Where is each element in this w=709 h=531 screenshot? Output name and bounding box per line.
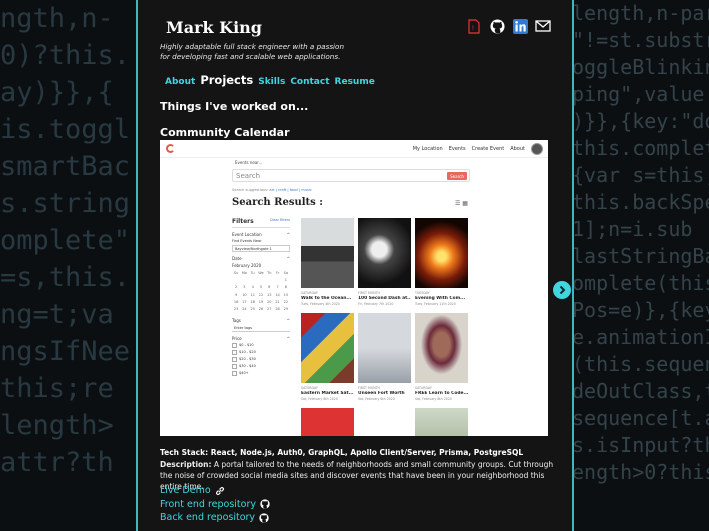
event-image	[415, 408, 468, 436]
tagline: Highly adaptable full stack engineer wit…	[160, 42, 345, 61]
site-owner-name: Mark King	[166, 18, 262, 37]
code-background-right: length,n-parse "!=st.substr(e oggleBlink…	[574, 1, 709, 484]
preview-logo-icon	[166, 144, 175, 153]
description-label: Description:	[160, 460, 212, 469]
event-image	[358, 313, 411, 383]
preview-event-card: FIRST MONTH 100 Second Dash at... Fri, Feb…	[358, 218, 411, 306]
preview-price-option: $0 - $10	[232, 342, 290, 348]
preview-tags-input: Enter tags	[232, 325, 290, 332]
tech-stack: Tech Stack: React, Node.js, Auth0, Graph…	[160, 448, 524, 457]
preview-event-card: FIRST MONTH Unseen Fort Worth Sat, Februar…	[358, 313, 411, 401]
preview-filters-title: Filters	[232, 218, 254, 225]
preview-location-label: Event Location	[232, 232, 262, 237]
preview-search-button: Search	[447, 172, 467, 180]
preview-price-label: Price	[232, 335, 242, 341]
preview-price-option: $20 - $30	[232, 356, 290, 362]
event-image	[301, 313, 354, 383]
preview-date-label: Date	[232, 256, 242, 261]
backend-repo-link[interactable]: Back end repository	[160, 511, 270, 525]
preview-event-grid: SATURDAY Walk to the Ocean... Tues, Februa…	[301, 218, 468, 436]
github-icon[interactable]	[489, 18, 505, 34]
event-image	[358, 408, 411, 436]
svg-text:!: !	[472, 25, 474, 32]
social-links: !	[466, 18, 551, 34]
event-image	[415, 313, 468, 383]
linkedin-icon[interactable]	[512, 18, 528, 34]
preview-filters-clear: Clear filters	[269, 218, 290, 222]
preview-event-card	[301, 408, 354, 436]
preview-event-card: SATURDAY Eastern Market Sat... Sat, Februa…	[301, 313, 354, 401]
portfolio-panel: Mark King Highly adaptable full stack en…	[136, 0, 574, 531]
nav-resume[interactable]: Resume	[335, 77, 375, 87]
preview-price-option: $10 - $20	[232, 349, 290, 355]
preview-avatar	[531, 142, 543, 155]
preview-results-heading: Search Results :	[232, 197, 323, 208]
event-image	[301, 408, 354, 436]
section-title: Things I've worked on...	[160, 100, 309, 113]
preview-suggestions: Search suggestions: art | craft | food |…	[232, 188, 312, 192]
preview-event-card	[415, 408, 468, 436]
event-image	[415, 218, 468, 288]
main-nav: About Projects Skills Contact Resume	[165, 73, 375, 87]
preview-suggest-label: Search suggestions:	[232, 188, 269, 192]
email-icon[interactable]	[535, 18, 551, 34]
preview-menu-events: Events	[448, 145, 466, 152]
preview-search: Search Search	[232, 169, 470, 182]
preview-menu: My Location Events Create Event About	[412, 142, 543, 155]
preview-suggest-links: art | craft | food | music	[269, 188, 312, 192]
live-demo-link[interactable]: Live Demo	[160, 484, 270, 498]
github-icon	[259, 513, 269, 523]
event-image	[301, 218, 354, 288]
preview-view-toggle-icon: ☰ ▦	[455, 200, 468, 207]
next-project-arrow-icon[interactable]	[553, 281, 571, 299]
preview-location-hint: Find Events Near	[232, 239, 262, 243]
project-title: Community Calendar	[160, 126, 290, 139]
project-screenshot: My Location Events Create Event About Ev…	[160, 140, 548, 436]
frontend-repo-link[interactable]: Front end repository	[160, 498, 270, 512]
preview-price-option: $30 - $40	[232, 363, 290, 369]
preview-month: February 2020	[232, 263, 262, 268]
github-icon	[260, 499, 270, 509]
resume-pdf-icon[interactable]: !	[466, 18, 482, 34]
nav-projects[interactable]: Projects	[200, 73, 253, 87]
nav-about[interactable]: About	[165, 77, 195, 87]
event-image	[358, 218, 411, 288]
link-icon	[215, 486, 224, 495]
code-background-left: ngth,n- 0)?this. ay)}},{ is.toggl smartB…	[0, 3, 131, 478]
nav-contact[interactable]: Contact	[290, 77, 329, 87]
preview-event-card: SATURDAY FREE Learn to Code... Sat, Februa…	[415, 313, 468, 401]
preview-tags-label: Tags	[232, 317, 241, 323]
preview-topbar: My Location Events Create Event About	[160, 140, 548, 158]
preview-price-option: $40+	[232, 370, 290, 376]
preview-event-card: SATURDAY Walk to the Ocean... Tues, Februa…	[301, 218, 354, 306]
preview-near: Events near...	[235, 160, 263, 165]
preview-search-placeholder: Search	[236, 171, 261, 180]
preview-filters: Filters Clear filters Event Location ^ Fin…	[232, 218, 290, 376]
nav-skills[interactable]: Skills	[258, 77, 285, 87]
project-links: Live Demo Front end repository Back end …	[160, 484, 270, 525]
preview-event-card	[358, 408, 411, 436]
preview-calendar: Su Mo Tu We Th Fr Sa 1 2345678 9 10 11 12 13 14 15 1…	[233, 271, 289, 311]
preview-menu-about: About	[510, 145, 525, 152]
preview-menu-location: My Location	[412, 145, 443, 152]
preview-event-card: TUESDAY Evening With Com... Tues, February…	[415, 218, 468, 306]
preview-location-value: Bayview/Northgate 1	[232, 245, 290, 252]
preview-menu-create: Create Event	[471, 145, 505, 152]
